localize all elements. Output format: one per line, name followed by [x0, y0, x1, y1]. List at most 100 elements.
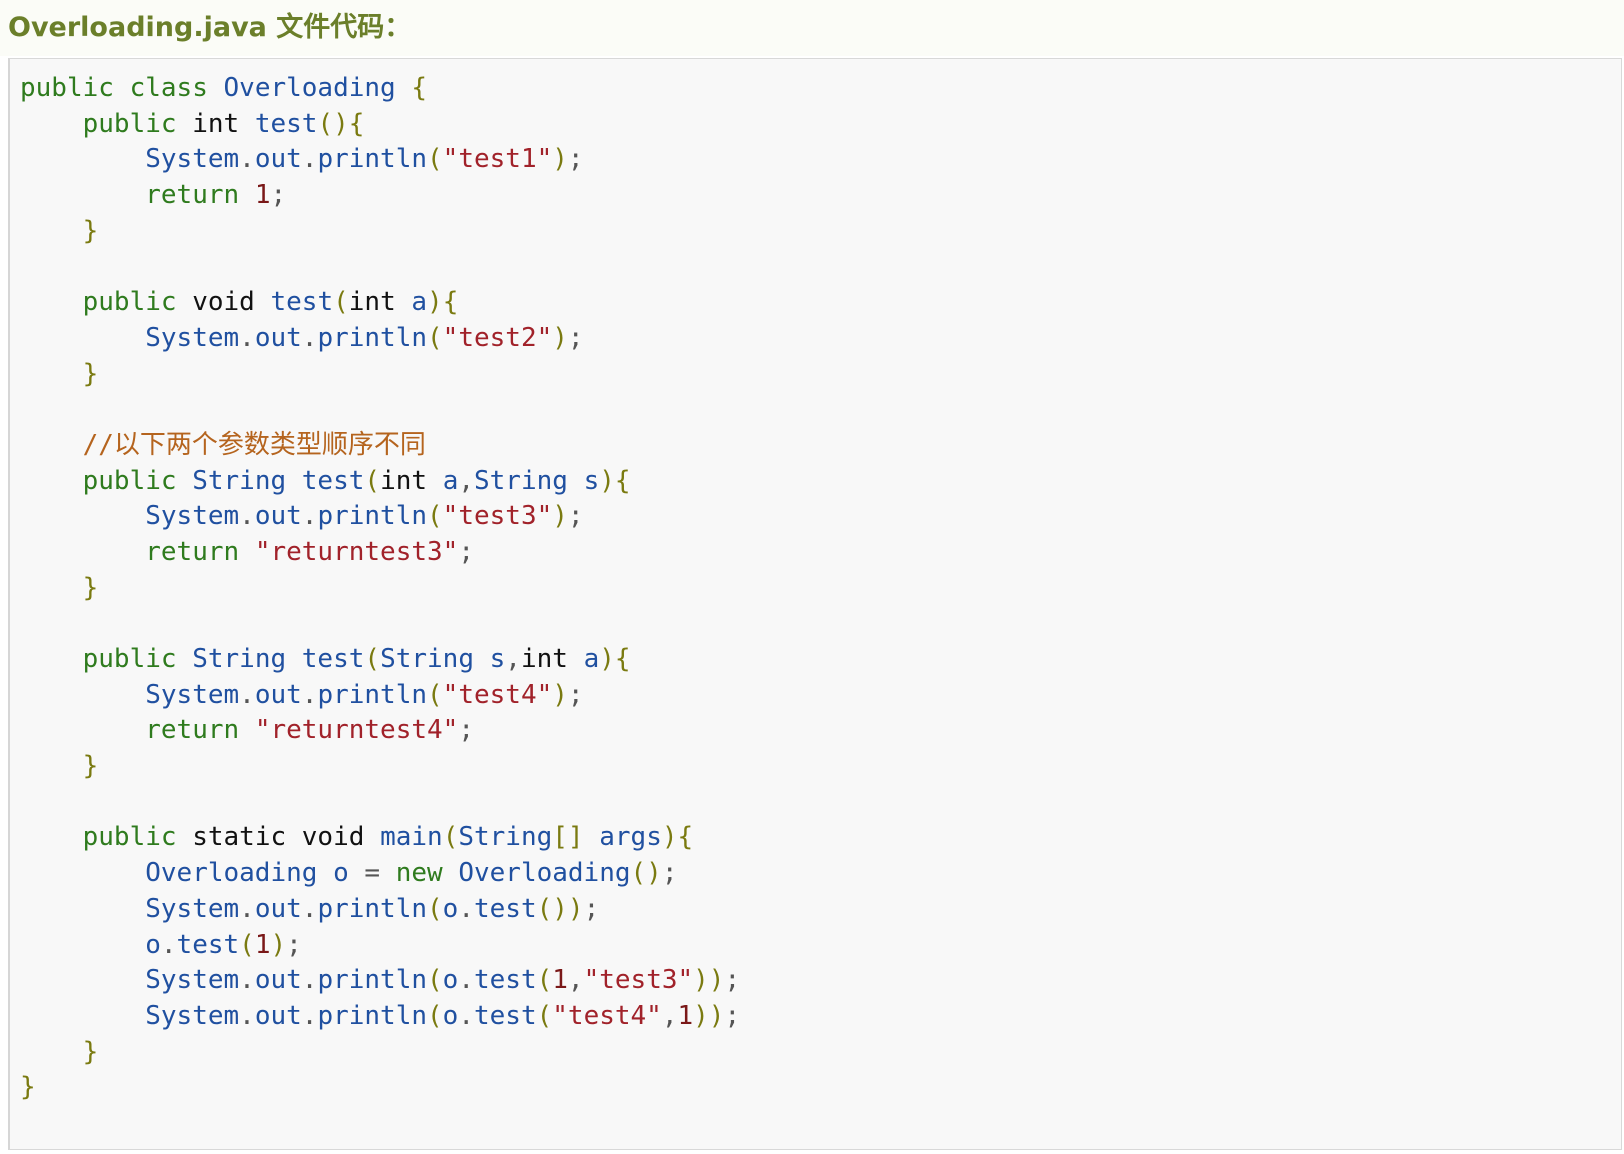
code-token: ) [552, 679, 568, 710]
code-token: , [505, 644, 521, 674]
code-token: s [489, 644, 506, 674]
code-token: test [301, 465, 365, 496]
code-token: ; [583, 893, 600, 924]
code-token: ( [427, 965, 443, 996]
code-token: 1 [254, 929, 271, 960]
code-token: } [82, 358, 99, 389]
code-token: = [348, 858, 396, 889]
code-token: ; [286, 929, 302, 960]
code-token: . [239, 144, 255, 175]
code-token: . [239, 1000, 255, 1031]
code-token: ; [270, 180, 287, 211]
code-token: )) [693, 965, 725, 996]
code-token: } [20, 1072, 36, 1103]
code-line: //以下两个参数类型顺序不同 [20, 428, 740, 464]
code-token: . [301, 893, 318, 924]
code-token: println [317, 144, 428, 175]
code-token: System [145, 893, 240, 924]
code-title-bar: Overloading.java 文件代码： [0, 0, 1624, 56]
code-block[interactable]: public class Overloading { public int te… [8, 58, 1622, 1150]
code-token: . [301, 144, 318, 175]
code-token: ; [724, 965, 741, 996]
code-line: } [20, 749, 740, 785]
code-token: String [474, 465, 568, 496]
code-token: out [254, 679, 302, 710]
code-token: "test2" [442, 322, 553, 353]
code-token: test [473, 893, 537, 924]
code-token: out [254, 965, 302, 996]
code-token: test [301, 644, 365, 674]
code-token: int [520, 644, 568, 674]
code-line: ​ [20, 249, 740, 285]
code-token: static [192, 822, 287, 853]
code-token: ; [458, 715, 474, 746]
code-line: } [20, 357, 740, 393]
code-token: ( [364, 644, 381, 674]
code-line: public String test(int a,String s){ [20, 464, 740, 500]
code-token: println [317, 965, 428, 996]
code-line: public class Overloading { [20, 71, 740, 107]
code-line: ​ [20, 392, 740, 428]
code-token: ) [270, 929, 287, 960]
code-line: } [20, 214, 740, 250]
code-token: ( [427, 1000, 443, 1031]
code-token: int [380, 465, 428, 496]
code-token: String [192, 465, 287, 496]
code-token: //以下两个参数类型顺序不同 [82, 429, 426, 460]
code-token: ){ [599, 465, 631, 496]
code-line: public String test(String s,int a){ [20, 642, 740, 678]
code-token: out [254, 893, 302, 924]
code-token: ( [427, 501, 443, 532]
code-token: ( [442, 822, 459, 853]
code-token: String [192, 644, 287, 674]
code-token: ) [552, 501, 568, 532]
code-line: public static void main(String[] args){ [20, 820, 740, 856]
code-token: public [82, 108, 177, 139]
code-token: ; [458, 536, 474, 567]
code-token: ( [536, 965, 553, 996]
code-line: return "returntest3"; [20, 535, 740, 571]
code-token: test [473, 1000, 537, 1031]
code-token: Overloading [458, 858, 631, 889]
code-token: } [82, 1036, 99, 1067]
code-token: ; [724, 1000, 741, 1031]
code-token: main [380, 822, 443, 853]
code-token: 1 [552, 965, 568, 996]
code-token: ; [567, 322, 584, 353]
code-line: System.out.println(o.test()); [20, 892, 740, 928]
code-token: test [254, 108, 318, 139]
code-token: return [145, 715, 240, 746]
code-content: public class Overloading { public int te… [20, 71, 740, 1106]
code-token: ( [333, 287, 349, 318]
code-token: out [254, 501, 302, 532]
code-token: } [82, 751, 99, 782]
code-line: o.test(1); [20, 928, 740, 964]
code-token: System [145, 144, 240, 175]
code-token: a [442, 465, 459, 496]
code-token: . [301, 965, 318, 996]
code-token: a [411, 287, 428, 318]
code-token: "returntest3" [254, 536, 459, 567]
code-token: ) [552, 144, 568, 175]
